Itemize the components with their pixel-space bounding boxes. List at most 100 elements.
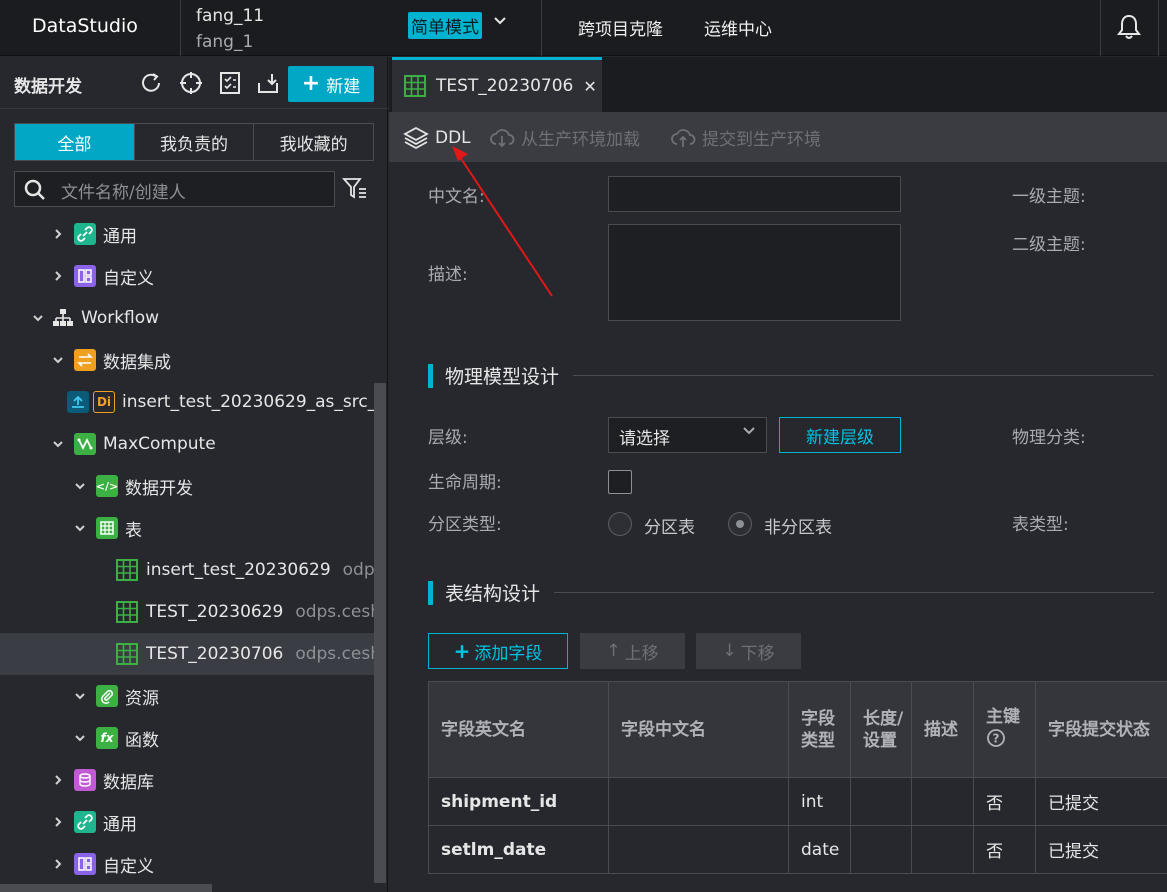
tab-all[interactable]: 全部 bbox=[15, 124, 135, 160]
import-icon[interactable] bbox=[255, 70, 281, 96]
workspace-switcher[interactable]: fang_11 fang_1 bbox=[196, 3, 264, 55]
radio-partitioned[interactable] bbox=[608, 512, 632, 536]
radio-partitioned-label: 分区表 bbox=[644, 518, 695, 538]
plus-icon: + bbox=[301, 71, 321, 96]
chevron-right-icon[interactable] bbox=[52, 228, 64, 240]
col-cn-name: 字段中文名 bbox=[608, 681, 789, 778]
col-length: 长度/设置 bbox=[850, 681, 912, 778]
new-button-label: 新建 bbox=[326, 76, 361, 97]
nav-ops-center[interactable]: 运维中心 bbox=[704, 15, 772, 40]
tree-item-custom[interactable]: 自定义 bbox=[0, 255, 374, 297]
level-label: 层级: bbox=[428, 428, 468, 448]
chevron-right-icon[interactable] bbox=[52, 858, 64, 870]
chevron-down-icon[interactable] bbox=[74, 480, 86, 492]
layers-icon bbox=[403, 126, 429, 150]
tree-item-general[interactable]: 通用 bbox=[0, 213, 374, 255]
search-input[interactable]: 文件名称/创建人 bbox=[14, 171, 335, 207]
top-bar: DataStudio fang_11 fang_1 简单模式 跨项目克隆 运维中… bbox=[0, 0, 1167, 56]
tree-item-tables[interactable]: 表 bbox=[0, 507, 374, 549]
table-icon bbox=[116, 643, 138, 665]
checklist-icon[interactable] bbox=[217, 70, 243, 96]
help-icon[interactable]: ? bbox=[986, 728, 1006, 753]
nav-cross-project-clone[interactable]: 跨项目克隆 bbox=[578, 15, 663, 40]
tree-item-general[interactable]: 通用 bbox=[0, 801, 374, 843]
chevron-right-icon[interactable] bbox=[52, 816, 64, 828]
workspace-name: fang_11 bbox=[196, 6, 265, 26]
col-type: 字段类型 bbox=[788, 681, 851, 778]
chevron-right-icon[interactable] bbox=[52, 774, 64, 786]
annotation-arrow bbox=[452, 146, 553, 297]
new-level-button[interactable]: 新建层级 bbox=[779, 417, 901, 453]
editor-tab-bar: TEST_20230706 ✕ bbox=[389, 57, 1167, 112]
tree-item-database[interactable]: 数据库 bbox=[0, 759, 374, 801]
chevron-down-icon[interactable] bbox=[493, 14, 507, 32]
move-down-button[interactable]: ↓ 下移 bbox=[696, 633, 801, 669]
locate-icon[interactable] bbox=[178, 70, 204, 96]
tree-item-table[interactable]: TEST_20230629 odps.ceshi bbox=[0, 591, 374, 633]
table-icon bbox=[96, 517, 118, 539]
brand-logo[interactable]: DataStudio bbox=[32, 15, 138, 37]
chevron-down-icon[interactable] bbox=[74, 732, 86, 744]
new-button[interactable]: + 新建 bbox=[288, 66, 374, 102]
left-panel-header: 数据开发 + 新建 bbox=[0, 57, 388, 109]
code-icon: </> bbox=[96, 475, 118, 497]
phys-category-label: 物理分类: bbox=[1012, 428, 1086, 448]
level-select[interactable]: 请选择 bbox=[608, 417, 767, 453]
bell-icon[interactable] bbox=[1116, 13, 1142, 41]
chevron-right-icon[interactable] bbox=[52, 270, 64, 282]
topic1-label: 一级主题: bbox=[1012, 187, 1086, 207]
move-up-button[interactable]: ↑ 上移 bbox=[580, 633, 685, 669]
tree-item-data-integration[interactable]: 数据集成 bbox=[0, 339, 374, 381]
tree-item-custom[interactable]: 自定义 bbox=[0, 843, 374, 885]
lifecycle-checkbox[interactable] bbox=[608, 470, 632, 494]
tree-item-data-dev[interactable]: </> 数据开发 bbox=[0, 465, 374, 507]
tree-item-workflow[interactable]: Workflow bbox=[0, 297, 374, 339]
submit-to-prod-button[interactable]: 提交到生产环境 bbox=[670, 125, 821, 150]
tree-item-resources[interactable]: 资源 bbox=[0, 675, 374, 717]
topic2-label: 二级主题: bbox=[1012, 235, 1086, 255]
chevron-down-icon[interactable] bbox=[52, 438, 64, 450]
tree-item-di-node[interactable]: Di insert_test_20230629_as_src_20 bbox=[0, 381, 374, 423]
mode-selector[interactable]: 简单模式 bbox=[408, 12, 482, 39]
chevron-down-icon[interactable] bbox=[74, 690, 86, 702]
radio-non-partitioned-label: 非分区表 bbox=[764, 518, 832, 538]
tab-test-20230706[interactable]: TEST_20230706 ✕ bbox=[392, 57, 602, 112]
divider bbox=[180, 0, 181, 56]
chevron-down-icon[interactable] bbox=[74, 522, 86, 534]
tree-item-table[interactable]: insert_test_20230629 odps.c bbox=[0, 549, 374, 591]
table-icon bbox=[116, 601, 138, 623]
chevron-down-icon[interactable] bbox=[52, 354, 64, 366]
chevron-down-icon bbox=[742, 424, 756, 442]
tree-item-table-selected[interactable]: TEST_20230706 odps.ceshi bbox=[0, 633, 374, 675]
tab-favorites[interactable]: 我收藏的 bbox=[254, 124, 373, 160]
panel-title: 数据开发 bbox=[14, 77, 82, 97]
grid-icon bbox=[74, 853, 96, 875]
col-en-name: 字段英文名 bbox=[428, 681, 609, 778]
vertical-scrollbar[interactable] bbox=[374, 383, 386, 883]
grid-icon bbox=[74, 265, 96, 287]
section-title: 物理模型设计 bbox=[445, 366, 560, 388]
refresh-icon[interactable] bbox=[138, 70, 164, 96]
table-header-row: 字段英文名 字段中文名 字段类型 长度/设置 描述 主键 ? 字段提交状态 bbox=[428, 681, 1167, 778]
table-row[interactable]: shipment_id int 否 已提交 bbox=[428, 777, 1167, 826]
desc-textarea[interactable] bbox=[608, 224, 901, 321]
left-panel: 数据开发 + 新建 全部 我负责的 我收藏的 文件名称/创建人 通用 自定义 W… bbox=[0, 57, 388, 892]
lifecycle-label: 生命周期: bbox=[428, 473, 502, 493]
table-row[interactable]: setlm_date date 否 已提交 bbox=[428, 825, 1167, 874]
link-icon bbox=[74, 811, 96, 833]
tab-label: TEST_20230706 bbox=[436, 76, 574, 96]
horizontal-scrollbar[interactable] bbox=[0, 884, 212, 892]
table-type-label: 表类型: bbox=[1012, 515, 1069, 535]
partition-type-label: 分区类型: bbox=[428, 515, 502, 535]
close-icon[interactable]: ✕ bbox=[583, 77, 596, 96]
divider bbox=[541, 0, 542, 56]
filter-icon[interactable] bbox=[342, 175, 368, 203]
radio-non-partitioned[interactable] bbox=[728, 512, 752, 536]
tree-item-functions[interactable]: fx 函数 bbox=[0, 717, 374, 759]
tab-mine[interactable]: 我负责的 bbox=[135, 124, 255, 160]
tree-item-maxcompute[interactable]: MaxCompute bbox=[0, 423, 374, 465]
chevron-down-icon[interactable] bbox=[32, 312, 44, 324]
cn-name-input[interactable] bbox=[608, 176, 901, 212]
add-field-button[interactable]: + 添加字段 bbox=[428, 633, 568, 669]
plus-icon: + bbox=[453, 639, 471, 663]
